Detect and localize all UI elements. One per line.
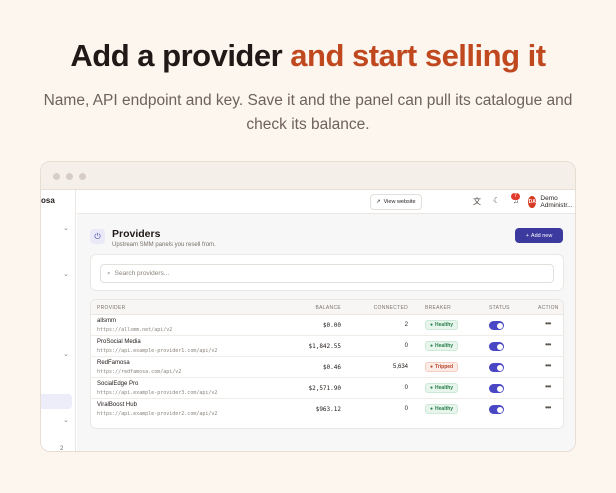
provider-balance: $963.12 [315,406,341,413]
breaker-badge: ● Healthy [425,320,459,330]
provider-connected: 2 [404,322,408,328]
search-placeholder: Search providers... [114,270,170,277]
user-menu[interactable]: DA Demo Administr... ⌄ [528,194,575,210]
provider-url: https://api.example-provider2.com/api/v2 [97,411,218,417]
notification-badge: 7 [511,193,520,200]
table-row[interactable]: ProSocial Media https://api.example-provi… [91,336,563,357]
sidebar: osa ⌄ ⌄ ⌄ ⌄ 2 [41,190,76,451]
status-toggle[interactable] [489,321,504,330]
add-new-button[interactable]: + Add new [515,228,563,243]
hero-title-main: Add a provider [70,38,291,73]
more-actions-icon[interactable]: ••• [545,319,551,328]
status-toggle[interactable] [489,405,504,414]
table-row[interactable]: allsmm https://allsmm.net/api/v2 $0.00 2 ● He… [91,315,563,336]
provider-connected: 0 [404,406,408,412]
hero-subtitle: Name, API endpoint and key. Save it and … [43,92,573,133]
provider-balance: $0.00 [322,322,341,329]
provider-url: https://api.example-provider3.com/api/v2 [97,390,218,396]
breaker-label: Healthy [435,343,454,349]
providers-table: PROVIDER BALANCE CONNECTED BREAKER STATU… [90,299,564,429]
table-body: allsmm https://allsmm.net/api/v2 $0.00 2 ● He… [91,315,563,420]
provider-balance: $2,571.90 [308,385,341,392]
hero-title: Add a provider and start selling it [0,38,616,74]
search-input[interactable]: ⌕ Search providers... [100,264,554,283]
breaker-badge: ● Healthy [425,404,459,414]
provider-connected: 0 [404,385,408,391]
provider-name[interactable]: RedFamosa [97,360,130,366]
provider-name[interactable]: allsmm [97,318,116,324]
more-actions-icon[interactable]: ••• [545,403,551,412]
plug-icon: ⏻ [90,229,105,244]
col-provider[interactable]: PROVIDER [97,305,126,311]
add-new-label: Add new [530,232,553,239]
window-dot-minimize[interactable] [66,173,73,180]
provider-connected: 0 [404,343,408,349]
moon-icon[interactable]: ☾ [493,196,500,205]
chevron-down-icon[interactable]: ⌄ [63,416,69,424]
more-actions-icon[interactable]: ••• [545,340,551,349]
provider-url: https://api.example-provider1.com/api/v2 [97,348,218,354]
search-card: ⌕ Search providers... [90,254,564,291]
breaker-label: Healthy [435,385,454,391]
status-dot-icon: ● [430,322,434,328]
view-website-label: View website [383,199,416,205]
page-header: ⏻ Providers Upstream SMM panels you rese… [90,228,216,248]
app-window: osa ⌄ ⌄ ⌄ ⌄ 2 ↗ View website 文 ☾ ♫ 7 DA … [40,161,576,452]
more-actions-icon[interactable]: ••• [545,361,551,370]
col-balance[interactable]: BALANCE [316,305,341,311]
avatar: DA [528,196,537,208]
breaker-label: Healthy [435,406,454,412]
status-toggle[interactable] [489,342,504,351]
provider-url: https://allsmm.net/api/v2 [97,327,173,333]
col-connected[interactable]: CONNECTED [374,305,408,311]
col-action: ACTION [538,305,559,311]
col-status[interactable]: STATUS [489,305,510,311]
status-dot-icon: ● [430,364,434,370]
chevron-down-icon[interactable]: ⌄ [63,350,69,358]
table-row[interactable]: ViralBoost Hub https://api.example-provid… [91,399,563,420]
chevron-down-icon[interactable]: ⌄ [63,270,69,278]
translate-icon[interactable]: 文 [473,196,481,207]
provider-name[interactable]: SocialEdge Pro [97,381,138,387]
chevron-down-icon[interactable]: ⌄ [63,224,69,232]
page-title: Providers [112,228,161,240]
hero-title-accent: and start selling it [290,38,546,73]
more-actions-icon[interactable]: ••• [545,382,551,391]
col-breaker[interactable]: BREAKER [425,305,451,311]
user-name: Demo Administr... [540,195,573,209]
breaker-label: Tripped [435,364,454,370]
breaker-label: Healthy [435,322,454,328]
sidebar-number: 2 [60,446,64,452]
status-dot-icon: ● [430,406,434,412]
breaker-badge: ● Healthy [425,383,459,393]
breaker-badge: ● Healthy [425,341,459,351]
table-header: PROVIDER BALANCE CONNECTED BREAKER STATU… [91,300,563,315]
sidebar-item-providers[interactable] [41,394,72,409]
breaker-badge: ● Tripped [425,362,459,372]
provider-connected: 5,634 [392,364,408,370]
plus-icon: + [525,232,529,239]
table-row[interactable]: RedFamosa https://redfamosa.com/api/v2 $0.… [91,357,563,378]
window-titlebar [41,162,575,190]
window-dot-close[interactable] [53,173,60,180]
search-icon: ⌕ [107,269,111,277]
page-subtitle: Upstream SMM panels you resell from. [112,242,216,248]
topbar: ↗ View website 文 ☾ ♫ 7 DA Demo Administr… [77,190,575,214]
provider-balance: $0.46 [322,364,341,371]
view-website-button[interactable]: ↗ View website [370,194,422,210]
main-content: ↗ View website 文 ☾ ♫ 7 DA Demo Administr… [77,190,575,451]
provider-name[interactable]: ProSocial Media [97,339,141,345]
status-toggle[interactable] [489,384,504,393]
status-dot-icon: ● [430,385,434,391]
window-dot-maximize[interactable] [79,173,86,180]
status-toggle[interactable] [489,363,504,372]
brand-logo[interactable]: osa [41,196,55,205]
table-row[interactable]: SocialEdge Pro https://api.example-provid… [91,378,563,399]
provider-balance: $1,842.55 [308,343,341,350]
provider-name[interactable]: ViralBoost Hub [97,402,137,408]
external-link-icon: ↗ [376,199,381,205]
provider-url: https://redfamosa.com/api/v2 [97,369,182,375]
status-dot-icon: ● [430,343,434,349]
